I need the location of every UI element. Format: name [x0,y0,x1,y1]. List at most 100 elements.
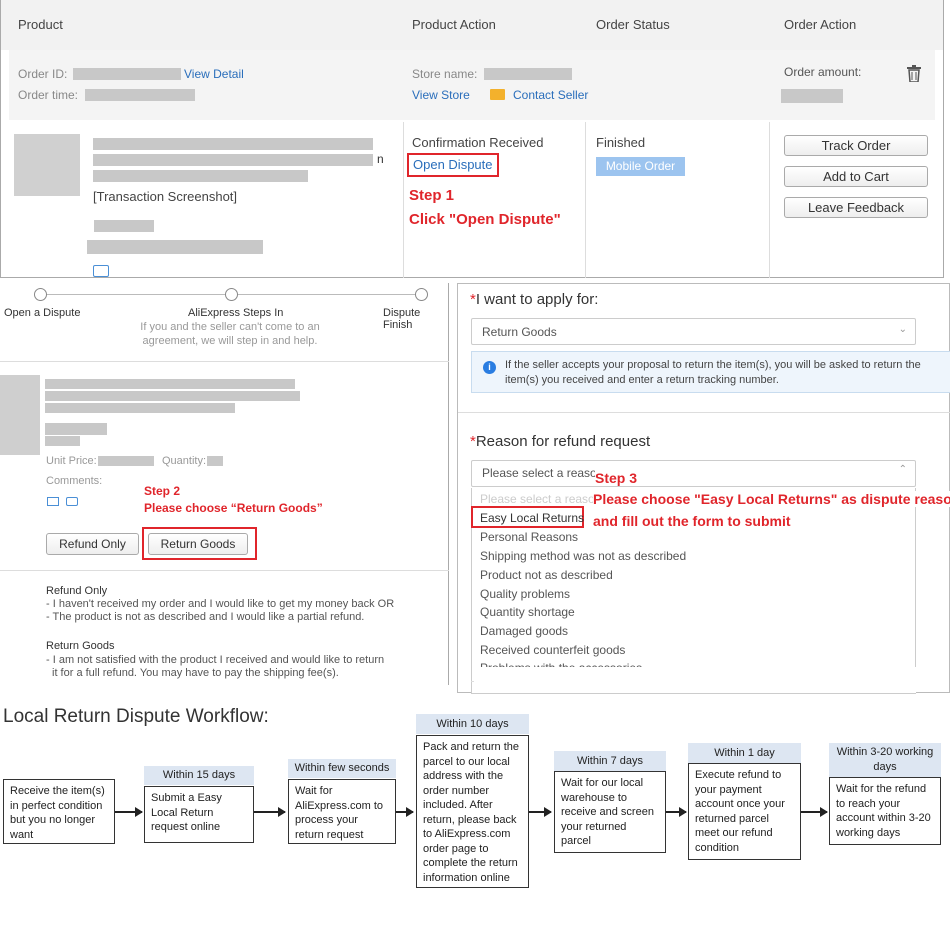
arrow-icon [396,807,414,817]
return-goods-button[interactable]: Return Goods [148,533,248,555]
header-order-action: Order Action [784,17,857,32]
workflow-step-label: Within 1 day [688,743,801,763]
apply-label: *I want to apply for: [470,291,599,308]
step-dot [225,288,238,301]
reason-option[interactable]: Product not as described [480,568,613,582]
apply-type-select[interactable]: Return Goods ⌄ [471,318,916,345]
product-title-redacted[interactable] [93,138,373,150]
product-title-redacted [45,391,300,401]
step1-title: Step 1 [409,187,455,204]
refund-only-desc: - I haven't received my order and I woul… [46,598,395,610]
store-name-label: Store name: [412,67,478,81]
workflow-step-label: Within few seconds [288,759,396,778]
truck-icon[interactable] [93,265,109,277]
transaction-screenshot-label: [Transaction Screenshot] [93,189,238,204]
order-time-label: Order time: [18,88,79,102]
reason-label: *Reason for refund request [470,433,651,450]
header-order-status: Order Status [596,17,670,32]
store-name-redacted [484,68,572,80]
dispute-panel: Open a Dispute AliExpress Steps In Dispu… [0,283,449,685]
workflow-step-label: Within 10 days [416,714,529,734]
refund-form-panel: *I want to apply for: Return Goods ⌄ i I… [457,283,950,694]
refund-only-desc: - The product is not as described and I … [46,611,365,623]
step-open-dispute: Open a Dispute [4,307,81,319]
header-product-action: Product Action [412,17,496,32]
refund-only-title: Refund Only [46,585,108,597]
view-store-link[interactable]: View Store [412,88,470,102]
chevron-up-icon: ⌃ [898,464,907,475]
info-icon: i [483,361,496,374]
header-product: Product [18,17,63,32]
step3-title: Step 3 [595,470,638,486]
step2-instruction: Please choose “Return Goods” [144,501,323,515]
refund-only-button[interactable]: Refund Only [46,533,139,555]
reason-option[interactable]: Damaged goods [480,624,568,638]
reason-option[interactable]: Quality problems [480,587,570,601]
reason-option-easy-local-returns[interactable]: Easy Local Returns [480,511,584,525]
step3-instruction: and fill out the form to submit [593,513,791,529]
info-banner: i If the seller accepts your proposal to… [471,351,950,393]
order-info-row [9,50,935,120]
step3-instruction: Please choose "Easy Local Returns" as di… [593,491,950,507]
workflow-step-box: Wait for our local warehouse to receive … [554,771,666,853]
arrow-icon [666,807,687,817]
sku-redacted [45,423,107,435]
workflow-step-box: Pack and return the parcel to our local … [416,735,529,888]
step-aliexpress-steps-in: AliExpress Steps In [188,307,284,319]
product-title-redacted[interactable] [93,170,308,182]
order-list-panel: Product Product Action Order Status Orde… [0,0,944,278]
product-title-redacted [45,403,235,413]
order-id-redacted [73,68,181,80]
step2-title: Step 2 [144,484,181,498]
divider [0,361,449,362]
arrow-icon [254,807,286,817]
unit-price-redacted [98,456,154,466]
trash-icon[interactable] [907,65,921,83]
add-to-cart-button[interactable]: Add to Cart [784,166,928,187]
product-thumbnail[interactable] [14,134,80,196]
envelope-icon [490,89,505,100]
workflow-step-box: Receive the item(s) in perfect condition… [3,779,115,844]
info-text: If the seller accepts your proposal to r… [505,359,921,386]
divider [769,122,770,278]
mobile-order-badge: Mobile Order [596,157,685,176]
open-dispute-link[interactable]: Open Dispute [413,157,493,172]
step-dispute-finish: Dispute Finish [383,307,421,331]
confirmation-received-text: Confirmation Received [412,135,544,150]
reason-select[interactable]: Please select a reason ⌃ [471,460,916,487]
chevron-down-icon: ⌄ [898,324,907,335]
sku-redacted [94,220,154,232]
reason-option[interactable]: Received counterfeit goods [480,643,625,657]
product-title-redacted[interactable] [93,154,373,166]
view-detail-link[interactable]: View Detail [184,67,244,81]
arrow-icon [529,807,552,817]
reason-option[interactable]: Shipping method was not as described [480,549,686,563]
order-time-redacted [85,89,195,101]
order-amount-label: Order amount: [784,65,862,79]
product-title-fragment: n [377,152,384,166]
quantity-label: Quantity: [162,455,207,467]
workflow-step-label: Within 15 days [144,766,254,785]
return-goods-title: Return Goods [46,640,115,652]
track-order-button[interactable]: Track Order [784,135,928,156]
reason-option[interactable]: Personal Reasons [480,530,578,544]
unit-price-label: Unit Price: [46,455,97,467]
contact-seller-link[interactable]: Contact Seller [513,88,588,102]
product-thumbnail [0,375,40,455]
dropdown-bottom [474,667,916,693]
workflow-step-box: Execute refund to your payment account o… [688,763,801,860]
divider [0,570,449,571]
dropdown-placeholder: Please select a reason [480,492,602,506]
workflow-step-label: Within 7 days [554,751,666,771]
step-dot [34,288,47,301]
truck-icon[interactable] [47,497,59,506]
leave-feedback-button[interactable]: Leave Feedback [784,197,928,218]
chat-icon[interactable] [66,497,78,506]
workflow-title: Local Return Dispute Workflow: [3,706,269,727]
reason-placeholder: Please select a reason [482,466,604,480]
workflow-step-label: Within 3-20 working days [829,743,941,777]
reason-option[interactable]: Quantity shortage [480,605,575,619]
comments-label: Comments: [46,475,103,487]
divider [458,412,950,413]
step1-instruction: Click "Open Dispute" [409,211,561,228]
